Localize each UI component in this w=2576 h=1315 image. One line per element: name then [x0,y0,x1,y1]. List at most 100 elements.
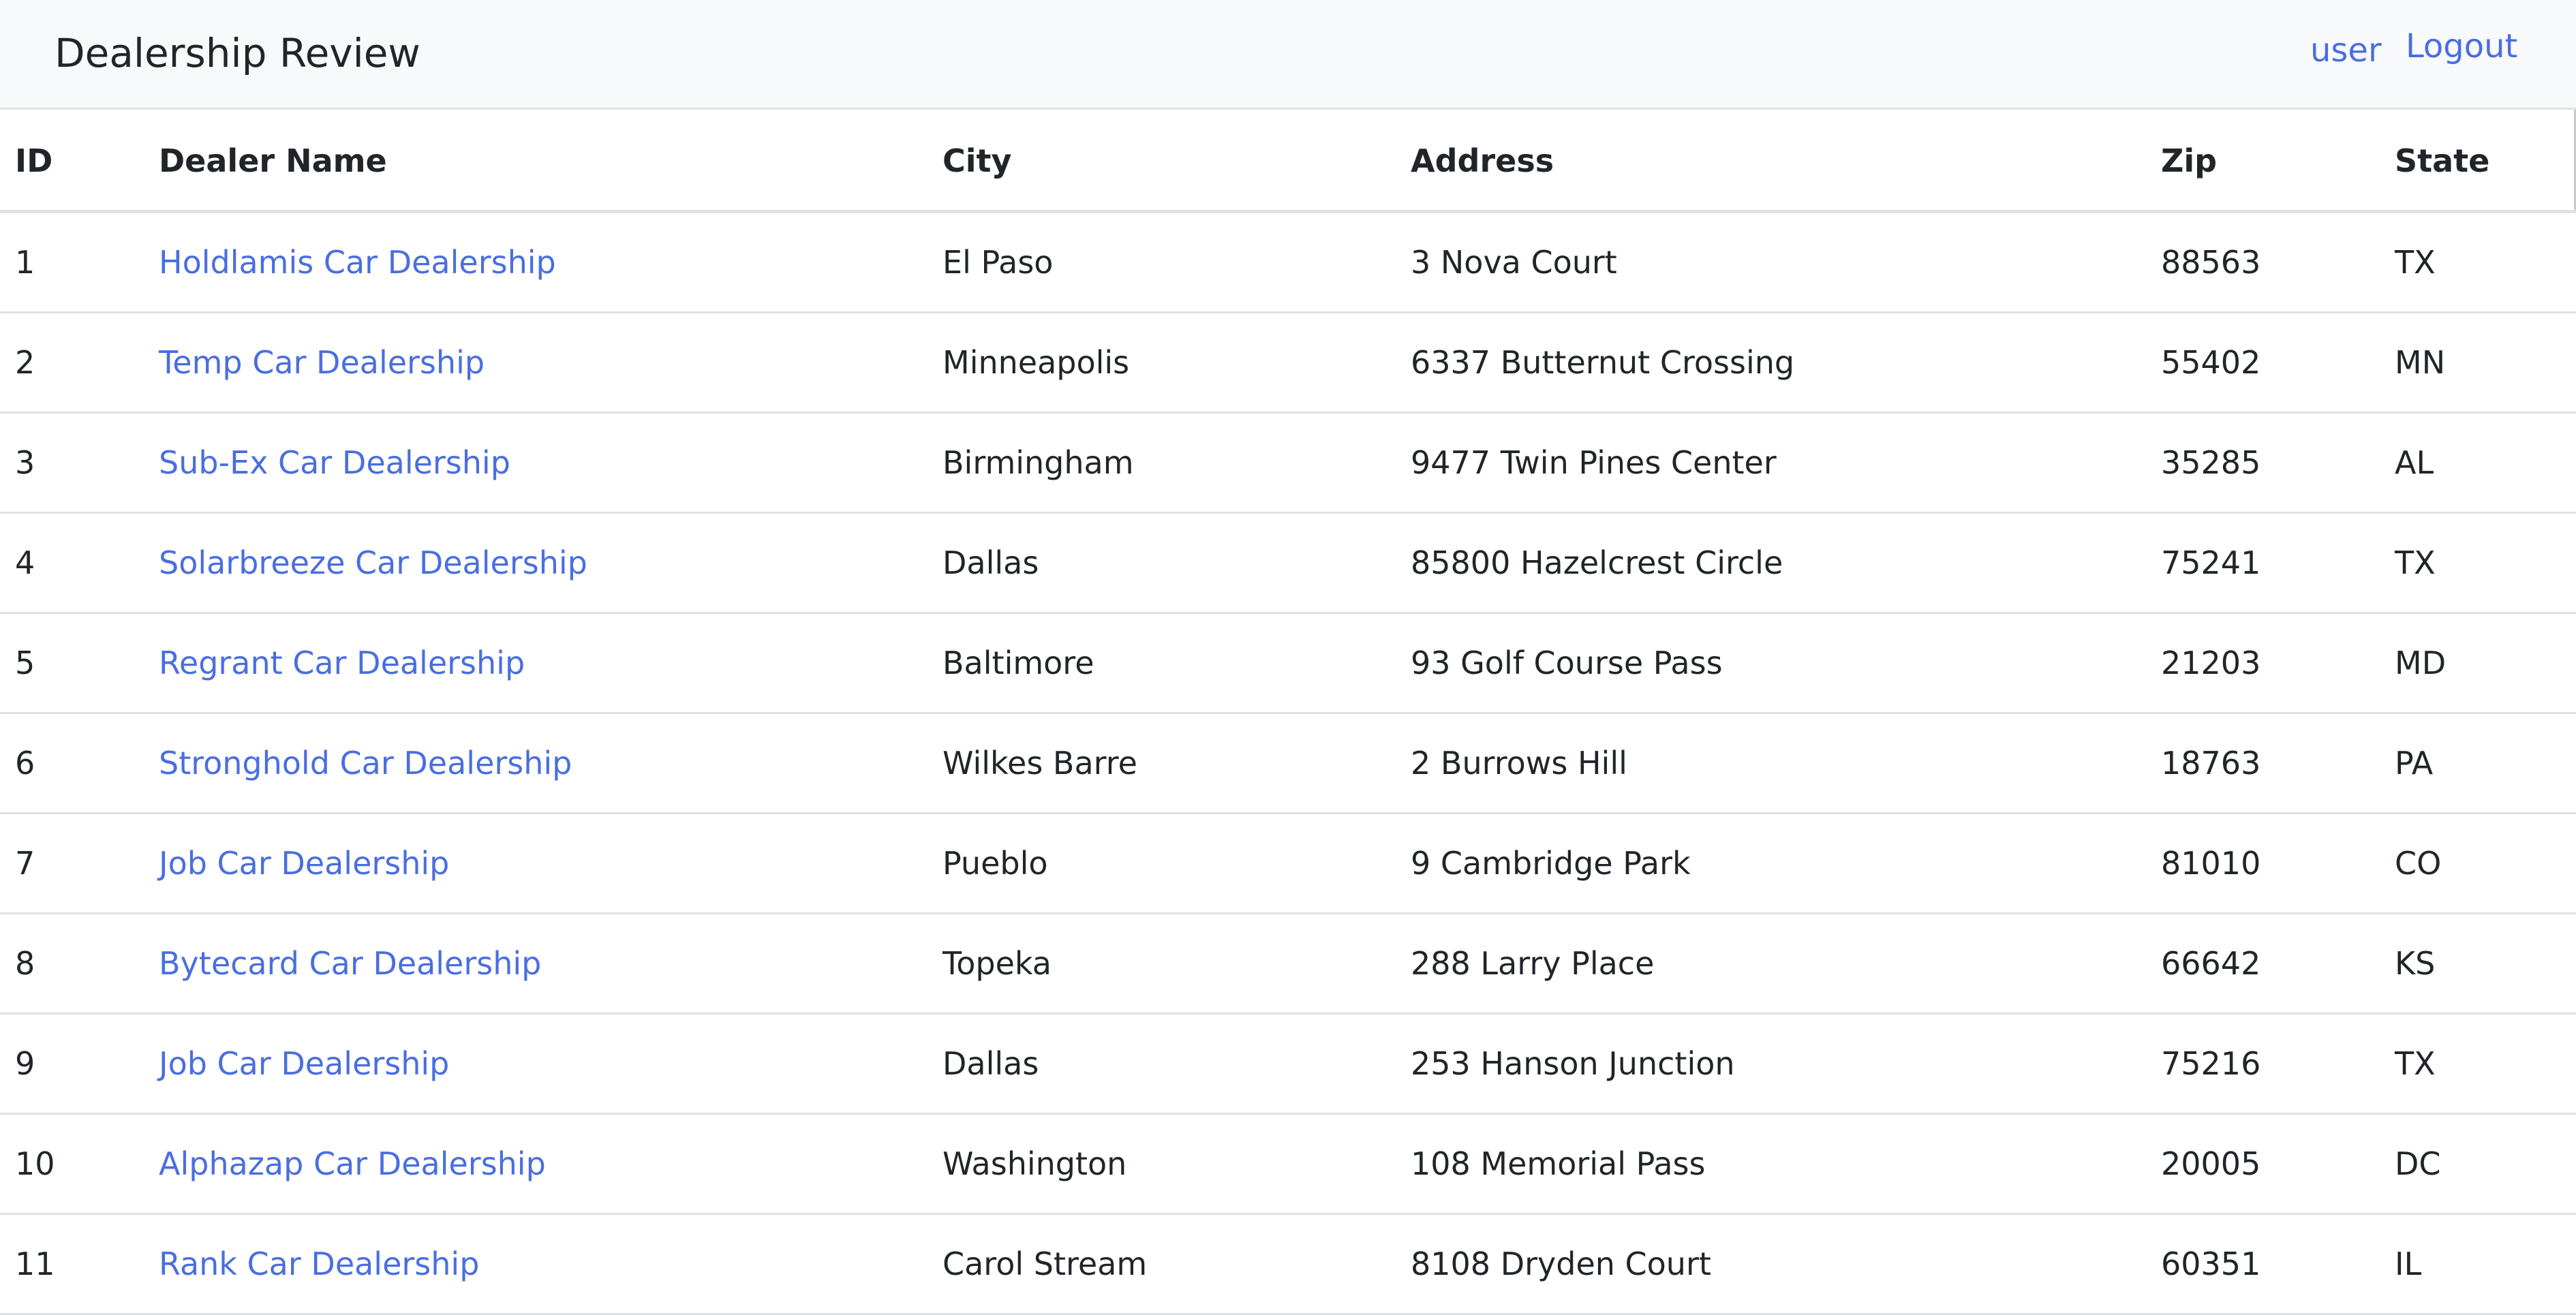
cell-zip: 81010 [2146,813,2380,914]
cell-zip: 20005 [2146,1113,2380,1215]
cell-state: TX [2380,512,2576,614]
table-row: 5 Regrant Car Dealership Baltimore 93 Go… [0,613,2576,714]
cell-zip: 88563 [2146,211,2380,313]
dealer-link[interactable]: Job Car Dealership [159,845,449,882]
table-row: 3 Sub-Ex Car Dealership Birmingham 9477 … [0,412,2576,514]
cell-state: KS [2380,913,2576,1015]
cell-state: TX [2380,1013,2576,1115]
table-row: 2 Temp Car Dealership Minneapolis 6337 B… [0,312,2576,414]
cell-city: Minneapolis [927,312,1396,414]
cell-zip: 60351 [2146,1213,2380,1315]
cell-city: El Paso [927,211,1396,313]
dealer-link[interactable]: Regrant Car Dealership [159,645,525,681]
cell-address: 85800 Hazelcrest Circle [1396,512,2146,614]
cell-address: 9477 Twin Pines Center [1396,412,2146,514]
dealer-link[interactable]: Job Car Dealership [159,1045,449,1082]
cell-city: Wilkes Barre [927,713,1396,814]
cell-zip: 18763 [2146,713,2380,814]
header-city: City [927,112,1396,213]
cell-address: 253 Hanson Junction [1396,1013,2146,1115]
dealer-link[interactable]: Temp Car Dealership [159,344,485,381]
cell-dealer-name: Stronghold Car Dealership [144,713,927,814]
cell-zip: 21203 [2146,613,2380,714]
cell-state: DC [2380,1113,2576,1215]
cell-id: 8 [0,913,144,1015]
cell-state: MD [2380,613,2576,714]
cell-zip: 55402 [2146,312,2380,414]
header-id: ID [0,112,144,213]
dealer-link[interactable]: Rank Car Dealership [159,1246,479,1282]
table-row: 1 Holdlamis Car Dealership El Paso 3 Nov… [0,211,2576,313]
dealers-table: ID Dealer Name City Address Zip State 1 … [0,112,2576,1315]
table-row: 4 Solarbreeze Car Dealership Dallas 8580… [0,512,2576,614]
cell-address: 9 Cambridge Park [1396,813,2146,914]
cell-dealer-name: Bytecard Car Dealership [144,913,927,1015]
brand-title[interactable]: Dealership Review [55,29,420,78]
dealer-link[interactable]: Alphazap Car Dealership [159,1145,546,1182]
cell-city: Topeka [927,913,1396,1015]
cell-dealer-name: Sub-Ex Car Dealership [144,412,927,514]
cell-zip: 66642 [2146,913,2380,1015]
cell-address: 108 Memorial Pass [1396,1113,2146,1215]
cell-city: Washington [927,1113,1396,1215]
cell-id: 6 [0,713,144,814]
table-row: 8 Bytecard Car Dealership Topeka 288 Lar… [0,913,2576,1015]
header-state: State [2380,112,2576,213]
dealer-link[interactable]: Stronghold Car Dealership [159,745,572,782]
cell-dealer-name: Job Car Dealership [144,1013,927,1115]
dealer-link[interactable]: Solarbreeze Car Dealership [159,544,587,581]
cell-state: IL [2380,1213,2576,1315]
cell-id: 5 [0,613,144,714]
cell-state: TX [2380,211,2576,313]
cell-dealer-name: Regrant Car Dealership [144,613,927,714]
dealer-link[interactable]: Sub-Ex Car Dealership [159,444,510,481]
cell-id: 10 [0,1113,144,1215]
cell-id: 1 [0,211,144,313]
cell-city: Baltimore [927,613,1396,714]
cell-city: Pueblo [927,813,1396,914]
cell-id: 4 [0,512,144,614]
dealer-link[interactable]: Holdlamis Car Dealership [159,244,556,281]
cell-address: 93 Golf Course Pass [1396,613,2146,714]
cell-address: 2 Burrows Hill [1396,713,2146,814]
header-zip: Zip [2146,112,2380,213]
cell-city: Dallas [927,1013,1396,1115]
cell-zip: 75241 [2146,512,2380,614]
table-row: 7 Job Car Dealership Pueblo 9 Cambridge … [0,813,2576,914]
cell-id: 9 [0,1013,144,1115]
cell-state: MN [2380,312,2576,414]
header-dealer-name: Dealer Name [144,112,927,213]
cell-dealer-name: Job Car Dealership [144,813,927,914]
cell-id: 7 [0,813,144,914]
table-row: 10 Alphazap Car Dealership Washington 10… [0,1113,2576,1215]
table-header-row: ID Dealer Name City Address Zip State [0,112,2576,213]
header-address: Address [1396,112,2146,213]
cell-address: 8108 Dryden Court [1396,1213,2146,1315]
cell-dealer-name: Solarbreeze Car Dealership [144,512,927,614]
cell-address: 6337 Butternut Crossing [1396,312,2146,414]
cell-id: 11 [0,1213,144,1315]
cell-address: 3 Nova Court [1396,211,2146,313]
cell-id: 3 [0,412,144,514]
table-row: 9 Job Car Dealership Dallas 253 Hanson J… [0,1013,2576,1115]
cell-city: Dallas [927,512,1396,614]
cell-dealer-name: Temp Car Dealership [144,312,927,414]
cell-city: Carol Stream [927,1213,1396,1315]
cell-state: PA [2380,713,2576,814]
table-row: 11 Rank Car Dealership Carol Stream 8108… [0,1213,2576,1315]
cell-city: Birmingham [927,412,1396,514]
cell-address: 288 Larry Place [1396,913,2146,1015]
logout-link[interactable]: Logout [2406,26,2517,67]
table-row: 6 Stronghold Car Dealership Wilkes Barre… [0,713,2576,814]
cell-state: AL [2380,412,2576,514]
cell-dealer-name: Alphazap Car Dealership [144,1113,927,1215]
user-link[interactable]: user [2310,30,2382,71]
cell-state: CO [2380,813,2576,914]
cell-zip: 75216 [2146,1013,2380,1115]
cell-dealer-name: Holdlamis Car Dealership [144,211,927,313]
cell-zip: 35285 [2146,412,2380,514]
cell-id: 2 [0,312,144,414]
navbar: Dealership Review user Logout [0,0,2576,110]
cell-dealer-name: Rank Car Dealership [144,1213,927,1315]
dealer-link[interactable]: Bytecard Car Dealership [159,945,541,982]
